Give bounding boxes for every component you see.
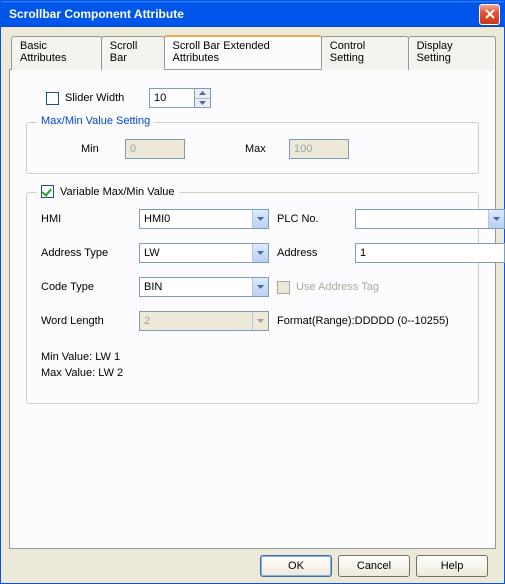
codetype-label: Code Type xyxy=(41,281,131,293)
tab-strip: Basic Attributes Scroll Bar Scroll Bar E… xyxy=(11,35,496,69)
slider-width-checkbox[interactable] xyxy=(46,92,59,105)
codetype-combo[interactable]: BIN xyxy=(139,277,269,297)
tab-scroll-bar[interactable]: Scroll Bar xyxy=(101,36,165,70)
chevron-down-icon xyxy=(199,100,206,105)
variable-legend: Variable Max/Min Value xyxy=(37,185,179,198)
max-value-note: Max Value: LW 2 xyxy=(41,365,464,381)
addrtype-label: Address Type xyxy=(41,247,131,259)
window-title: Scrollbar Component Attribute xyxy=(9,7,479,21)
format-range-label: Format(Range):DDDDD (0--10255) xyxy=(277,315,505,327)
wordlen-combo: 2 xyxy=(139,311,269,331)
hmi-combo[interactable]: HMI0 xyxy=(139,209,269,229)
slider-width-spinner[interactable] xyxy=(195,88,211,108)
chevron-up-icon xyxy=(199,91,206,96)
button-bar: OK Cancel Help xyxy=(9,549,496,577)
min-value-note: Min Value: LW 1 xyxy=(41,349,464,365)
chevron-down-icon xyxy=(252,210,268,228)
spinner-down[interactable] xyxy=(195,98,210,108)
plcno-combo[interactable] xyxy=(355,209,505,229)
chevron-down-icon xyxy=(488,210,504,228)
tab-page: Slider Width 10 Max/Min Value Setting Mi… xyxy=(9,69,496,549)
slider-width-label: Slider Width xyxy=(65,92,149,104)
use-address-tag-checkbox xyxy=(277,281,290,294)
value-notes: Min Value: LW 1 Max Value: LW 2 xyxy=(41,349,464,381)
variable-group: Variable Max/Min Value HMI HMI0 PLC No. … xyxy=(26,192,479,404)
spinner-up[interactable] xyxy=(195,89,210,98)
slider-width-input[interactable]: 10 xyxy=(149,88,195,108)
client-area: Basic Attributes Scroll Bar Scroll Bar E… xyxy=(1,27,504,583)
variable-checkbox[interactable] xyxy=(41,185,54,198)
titlebar: Scrollbar Component Attribute xyxy=(1,1,504,27)
help-button[interactable]: Help xyxy=(416,555,488,577)
close-button[interactable] xyxy=(479,4,500,25)
tab-display-setting[interactable]: Display Setting xyxy=(408,36,496,70)
maxmin-group: Max/Min Value Setting Min 0 Max 100 xyxy=(26,122,479,174)
min-input: 0 xyxy=(125,139,185,159)
ok-button[interactable]: OK xyxy=(260,555,332,577)
tab-extended-attributes[interactable]: Scroll Bar Extended Attributes xyxy=(164,35,322,69)
address-label: Address xyxy=(277,247,347,259)
chevron-down-icon xyxy=(252,244,268,262)
address-input[interactable]: 1 xyxy=(355,243,505,263)
tab-basic-attributes[interactable]: Basic Attributes xyxy=(11,36,102,70)
addrtype-combo[interactable]: LW xyxy=(139,243,269,263)
tab-control-setting[interactable]: Control Setting xyxy=(321,36,409,70)
chevron-down-icon xyxy=(252,312,268,330)
use-address-tag-label: Use Address Tag xyxy=(296,281,379,293)
hmi-label: HMI xyxy=(41,213,131,225)
maxmin-legend: Max/Min Value Setting xyxy=(37,115,154,127)
min-label: Min xyxy=(81,143,115,155)
plcno-label: PLC No. xyxy=(277,214,347,225)
max-label: Max xyxy=(245,143,279,155)
cancel-button[interactable]: Cancel xyxy=(338,555,410,577)
close-icon xyxy=(485,9,495,19)
max-input: 100 xyxy=(289,139,349,159)
chevron-down-icon xyxy=(252,278,268,296)
dialog-window: Scrollbar Component Attribute Basic Attr… xyxy=(0,0,505,584)
wordlen-label: Word Length xyxy=(41,315,131,327)
